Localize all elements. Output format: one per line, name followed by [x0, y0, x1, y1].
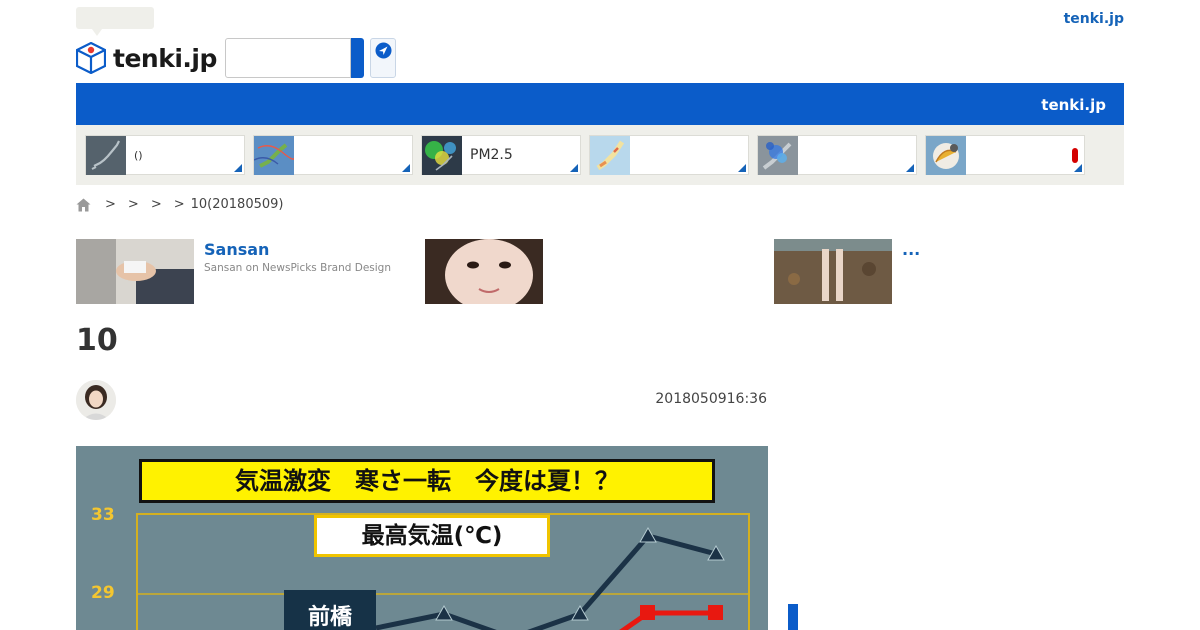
breadcrumb-separator: >	[173, 197, 185, 212]
ad-title[interactable]: ...	[902, 240, 920, 259]
breadcrumb-separator: >	[105, 197, 116, 212]
radar-map-thumbnail	[758, 136, 798, 175]
y-tick-label: 33	[91, 505, 115, 525]
umbrella-thumbnail	[926, 136, 966, 175]
author-avatar[interactable]	[76, 380, 116, 420]
quick-nav-tiles: () PM2.5	[76, 125, 1124, 185]
nav-tile-umbrella[interactable]	[925, 135, 1085, 175]
nav-tile-radar[interactable]	[757, 135, 917, 175]
sidebar-heading-marker	[788, 604, 798, 630]
alert-badge	[1072, 148, 1078, 163]
author-portrait	[76, 380, 116, 420]
global-nav-bar: tenki.jp	[76, 83, 1124, 125]
warning-map-thumbnail	[590, 136, 630, 175]
hero-banner: 気温激変 寒さ一転 今度は夏！？	[139, 459, 715, 503]
tile-corner-icon	[906, 164, 914, 172]
tile-corner-icon	[738, 164, 746, 172]
nav-tile-japan-weather[interactable]: ()	[85, 135, 245, 175]
nav-tile-weather-map[interactable]	[253, 135, 413, 175]
ad-title[interactable]: Sansan	[204, 240, 269, 259]
top-link[interactable]: tenki.jp	[1064, 11, 1124, 27]
breadcrumb-separator: >	[127, 197, 139, 212]
location-arrow-icon	[375, 42, 392, 59]
tile-label: ()	[134, 149, 143, 162]
city-label: 前橋	[284, 590, 376, 630]
nav-tile-warnings[interactable]	[589, 135, 749, 175]
search-button[interactable]	[351, 38, 364, 78]
tile-corner-icon	[570, 164, 578, 172]
hero-image: 気温激変 寒さ一転 今度は夏！？ 最高気温(℃) 33 29 前橋	[76, 446, 768, 630]
tile-corner-icon	[234, 164, 242, 172]
ad-thumbnail-legs	[774, 239, 892, 304]
nav-bar-title[interactable]: tenki.jp	[1041, 96, 1106, 114]
tile-corner-icon	[402, 164, 410, 172]
nav-tile-pm25[interactable]: PM2.5	[421, 135, 581, 175]
home-icon[interactable]	[76, 198, 91, 212]
tile-corner-icon	[1074, 164, 1082, 172]
article-title: 10	[76, 323, 118, 358]
hero-subtitle: 最高気温(℃)	[314, 515, 550, 557]
y-tick-label: 29	[91, 583, 115, 603]
speech-bubble	[76, 7, 154, 36]
tenki-cube-icon	[76, 42, 106, 74]
location-button[interactable]	[370, 38, 396, 78]
breadcrumb-current: 10(20180509)	[190, 197, 284, 212]
publish-date: 2018050916:36	[655, 391, 767, 407]
ad-subtitle: Sansan on NewsPicks Brand Design	[204, 262, 391, 274]
logo-text: tenki.jp	[113, 43, 217, 73]
ad-thumbnail-handshake	[76, 239, 194, 304]
search-input[interactable]	[225, 38, 351, 78]
ad-thumbnail-face	[425, 239, 543, 304]
site-logo[interactable]: tenki.jp	[76, 42, 217, 74]
tile-label: PM2.5	[470, 147, 513, 163]
pm25-map-thumbnail	[422, 136, 462, 175]
breadcrumb: > > > > 10(20180509)	[76, 197, 283, 212]
japan-map-thumbnail	[86, 136, 126, 175]
breadcrumb-separator: >	[150, 197, 162, 212]
weather-map-thumbnail	[254, 136, 294, 175]
